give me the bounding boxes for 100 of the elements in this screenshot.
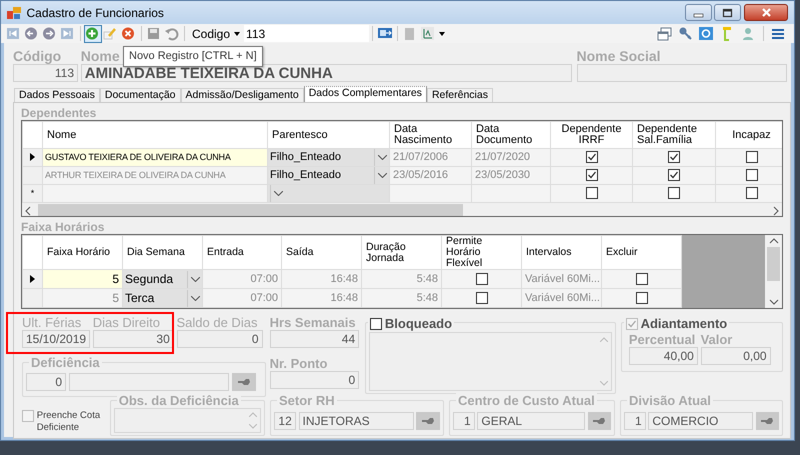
checkbox[interactable]: [668, 169, 680, 182]
checkbox[interactable]: [746, 169, 758, 182]
group-title: Setor RH: [277, 393, 337, 408]
input-field[interactable]: INJETORAS: [298, 412, 414, 430]
pointer-icon: [760, 416, 774, 424]
table-cell: 23/05/2016: [390, 166, 472, 184]
chevron-down-icon: [190, 276, 200, 282]
input-field[interactable]: 0: [270, 371, 360, 389]
field-label: Hrs Semanais: [270, 315, 356, 330]
tab[interactable]: Referências: [426, 88, 493, 102]
checkbox[interactable]: [586, 169, 598, 182]
dropdown[interactable]: Segunda: [124, 270, 202, 288]
search-input[interactable]: 113: [244, 25, 370, 42]
vertical-scrollbar[interactable]: [765, 235, 782, 308]
social-name-field[interactable]: [576, 64, 786, 82]
checkbox-label: Adiantamento: [640, 316, 728, 331]
minimize-button[interactable]: [684, 4, 712, 21]
lookup-button[interactable]: [416, 412, 440, 430]
column-header[interactable]: Data Documento: [472, 122, 550, 148]
chevron-down-icon: [274, 191, 282, 196]
input-field[interactable]: 12: [274, 412, 296, 430]
name-field[interactable]: AMINADABE TEIXEIRA DA CUNHA: [80, 64, 572, 82]
field-label: Dias Direito: [92, 315, 160, 330]
column-header[interactable]: Faixa Horário: [42, 236, 122, 270]
checkbox[interactable]: [668, 187, 680, 200]
checkbox[interactable]: [586, 187, 598, 200]
input-field[interactable]: [68, 373, 229, 391]
checkbox[interactable]: [746, 187, 758, 200]
tab[interactable]: Documentação: [100, 88, 180, 102]
checkbox[interactable]: [636, 272, 648, 285]
column-header[interactable]: Entrada: [202, 236, 282, 270]
windows-button[interactable]: [656, 24, 674, 42]
column-header[interactable]: Nome: [42, 122, 268, 148]
row-indicator-icon: [30, 274, 35, 283]
tab[interactable]: Admissão/Desligamento: [180, 88, 304, 102]
input-field[interactable]: GERAL: [477, 412, 585, 430]
dropdown[interactable]: Filho_Enteado: [268, 150, 388, 166]
field-label: Nome: [80, 48, 120, 64]
key-button[interactable]: [676, 24, 694, 42]
table-cell: GUSTAVO TEIXIERA DE OLIVEIRA DA CUNHA: [42, 148, 268, 166]
field-selector[interactable]: Codigo: [188, 24, 244, 42]
refresh-button[interactable]: [697, 24, 716, 42]
tab[interactable]: Dados Complementares: [304, 86, 427, 102]
checkbox-label: Bloqueado: [384, 316, 452, 331]
close-button[interactable]: [744, 4, 788, 21]
new-row-marker: *: [30, 188, 34, 198]
section-title: Faixa Horários: [21, 219, 106, 234]
horizontal-scrollbar[interactable]: [22, 203, 782, 216]
lookup-button[interactable]: [232, 373, 256, 391]
column-header[interactable]: Dia Semana: [122, 236, 202, 270]
input-field[interactable]: 0: [26, 373, 66, 391]
column-header[interactable]: Duração Jornada: [362, 236, 442, 270]
table-cell: 16:48: [282, 270, 362, 288]
checkbox[interactable]: [476, 292, 488, 304]
input-field[interactable]: 30: [92, 330, 174, 348]
code-field[interactable]: 113: [13, 64, 78, 82]
column-header[interactable]: Dependente IRRF: [550, 122, 632, 148]
column-header[interactable]: Excluir: [602, 236, 682, 270]
close-icon: [760, 8, 772, 18]
checkbox[interactable]: [586, 151, 598, 164]
column-header[interactable]: Intervalos: [522, 236, 602, 270]
checkbox[interactable]: [636, 292, 648, 304]
app-icon: [7, 6, 21, 20]
checkbox[interactable]: [22, 410, 34, 422]
column-header[interactable]: Parentesco: [268, 122, 390, 148]
group-title: Divisão Atual: [627, 393, 713, 408]
lookup-button[interactable]: [588, 412, 611, 430]
pointer-icon: [592, 416, 606, 424]
column-header[interactable]: Data Nascimento: [390, 122, 472, 148]
maximize-button[interactable]: [714, 4, 742, 21]
add-button[interactable]: [84, 24, 102, 42]
checkbox[interactable]: [746, 151, 758, 164]
lookup-button[interactable]: [756, 412, 779, 430]
input-field[interactable]: 1: [453, 412, 475, 430]
row-indicator-icon: [30, 153, 35, 162]
dropdown[interactable]: Terca: [124, 290, 202, 306]
column-header[interactable]: Saída: [282, 236, 362, 270]
column-header[interactable]: Dependente Sal.Família: [632, 122, 716, 148]
column-header[interactable]: Permite Horário Flexível: [442, 236, 522, 270]
field-label: Ult. Férias: [22, 315, 82, 330]
checkbox[interactable]: [476, 272, 488, 285]
table-cell: Variável 60Mi...: [522, 288, 602, 308]
tab[interactable]: Dados Pessoais: [14, 88, 100, 102]
checkbox[interactable]: [370, 318, 382, 330]
dropdown[interactable]: Filho_Enteado: [268, 168, 388, 184]
table-cell: 07:00: [202, 288, 282, 308]
save-icon: [146, 26, 162, 41]
input-field[interactable]: COMERCIO: [648, 412, 753, 430]
pointer-icon: [421, 416, 436, 424]
input-field[interactable]: 0: [176, 330, 262, 348]
pointer-icon: [236, 378, 250, 386]
chevron-down-icon: [190, 296, 200, 300]
chevron-down-icon: [378, 173, 386, 178]
input-field[interactable]: 15/10/2019: [22, 330, 90, 348]
input-field[interactable]: 44: [270, 330, 360, 348]
chevron-down-icon: [378, 155, 386, 160]
checkbox[interactable]: [668, 151, 680, 164]
input-field[interactable]: 1: [624, 412, 646, 430]
table-cell: 23/05/2030: [472, 166, 550, 184]
column-header[interactable]: Incapaz: [716, 122, 782, 148]
